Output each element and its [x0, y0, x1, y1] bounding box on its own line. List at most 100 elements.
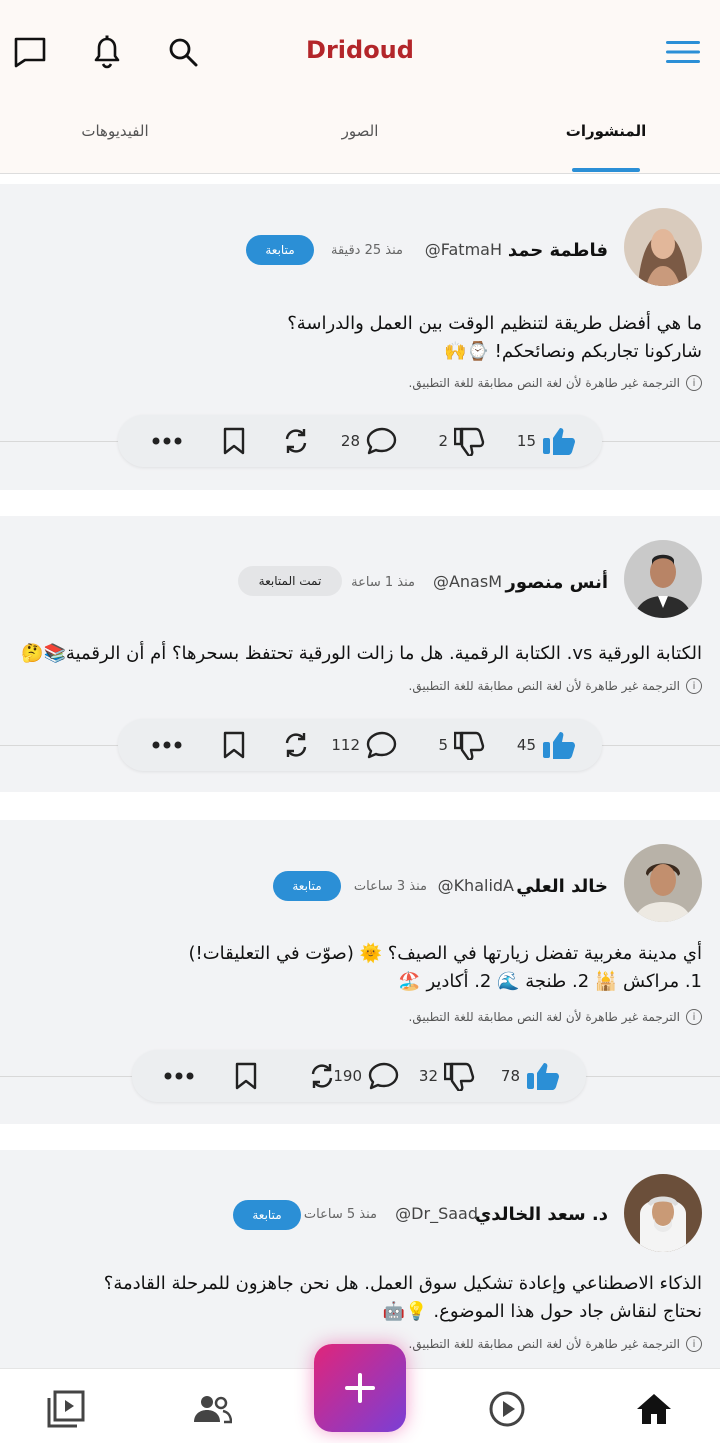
video-library-icon[interactable]: [46, 1389, 86, 1429]
comment-icon: [368, 1062, 399, 1090]
avatar[interactable]: [624, 540, 702, 618]
post-actions: 15 2 28: [118, 415, 602, 467]
create-post-button[interactable]: [314, 1344, 406, 1432]
translation-note-text: الترجمة غير طاهرة لأن لغة النص مطابقة لل…: [408, 1010, 681, 1024]
dislike-button[interactable]: 2: [438, 415, 486, 467]
post-time: منذ 5 ساعات: [303, 1207, 377, 1222]
comment-icon: [366, 731, 397, 759]
tab-videos[interactable]: الفيديوهات: [62, 122, 168, 140]
bookmark-icon: [223, 427, 245, 455]
comment-count: 190: [333, 1067, 362, 1085]
post-time: منذ 3 ساعات: [353, 879, 427, 894]
repost-icon: [285, 733, 307, 757]
tab-posts[interactable]: المنشورات: [560, 122, 652, 140]
post-text-line: ما هي أفضل طريقة لتنظيم الوقت بين العمل …: [287, 313, 702, 334]
post-card: أنس منصور @AnasM منذ 1 ساعة تمت المتابعة…: [0, 516, 720, 792]
repost-button[interactable]: [282, 415, 310, 467]
tab-photos[interactable]: الصور: [320, 122, 400, 140]
follow-button[interactable]: متابعة: [273, 871, 341, 901]
repost-icon: [311, 1064, 333, 1088]
translation-note: i الترجمة غير طاهرة لأن لغة النص مطابقة …: [408, 375, 702, 391]
like-button[interactable]: 78: [501, 1050, 560, 1102]
app-title: Dridoud: [306, 36, 414, 64]
repost-button[interactable]: [308, 1050, 336, 1102]
avatar[interactable]: [624, 1174, 702, 1252]
bookmark-icon: [223, 731, 245, 759]
post-feed: فاطمة حمد @FatmaH منذ 25 دقيقة متابعة ما…: [0, 174, 720, 1380]
translation-note: i الترجمة غير طاهرة لأن لغة النص مطابقة …: [408, 678, 702, 694]
thumbs-down-icon: [444, 1062, 475, 1091]
repost-button[interactable]: [282, 719, 310, 771]
author-handle[interactable]: @Dr_Saad: [395, 1204, 478, 1223]
people-icon[interactable]: [192, 1389, 232, 1429]
avatar[interactable]: [624, 208, 702, 286]
repost-icon: [285, 429, 307, 453]
comment-icon: [366, 427, 397, 455]
add-icon: [345, 1373, 375, 1403]
post-actions: 45 5 112: [118, 719, 602, 771]
post-text: أي مدينة مغربية تفضل زيارتها في الصيف؟ 🌞…: [12, 940, 702, 996]
post-text: ما هي أفضل طريقة لتنظيم الوقت بين العمل …: [12, 310, 702, 366]
like-button[interactable]: 15: [517, 415, 576, 467]
thumbs-down-icon: [454, 427, 485, 456]
post-card: فاطمة حمد @FatmaH منذ 25 دقيقة متابعة ما…: [0, 184, 720, 490]
dislike-button[interactable]: 32: [419, 1050, 476, 1102]
comment-button[interactable]: 190: [333, 1050, 400, 1102]
more-icon: [152, 741, 182, 749]
following-button[interactable]: تمت المتابعة: [238, 566, 342, 596]
post-time: منذ 25 دقيقة: [331, 243, 403, 258]
app-screen: Dridoud المنشورات الصور الفيديوهات فاطمة…: [0, 0, 720, 1443]
post-text: الذكاء الاصطناعي وإعادة تشكيل سوق العمل.…: [12, 1270, 702, 1326]
dislike-button[interactable]: 5: [438, 719, 486, 771]
comment-button[interactable]: 112: [331, 719, 398, 771]
bookmark-button[interactable]: [234, 1050, 258, 1102]
home-icon[interactable]: [634, 1389, 674, 1429]
post-text-line: الذكاء الاصطناعي وإعادة تشكيل سوق العمل.…: [103, 1273, 702, 1294]
follow-button[interactable]: متابعة: [233, 1200, 301, 1230]
translation-note-text: الترجمة غير طاهرة لأن لغة النص مطابقة لل…: [408, 376, 681, 390]
bookmark-button[interactable]: [222, 719, 246, 771]
dislike-count: 5: [438, 736, 448, 754]
more-icon: [164, 1072, 194, 1080]
thumbs-up-icon: [543, 428, 575, 455]
post-card: خالد العلي @KhalidA منذ 3 ساعات متابعة أ…: [0, 820, 720, 1124]
translation-note-text: الترجمة غير طاهرة لأن لغة النص مطابقة لل…: [408, 679, 681, 693]
author-handle[interactable]: @KhalidA: [438, 876, 514, 895]
author-handle[interactable]: @AnasM: [433, 572, 502, 591]
dislike-count: 2: [438, 432, 448, 450]
author-handle[interactable]: @FatmaH: [425, 240, 502, 259]
translation-note-text: الترجمة غير طاهرة لأن لغة النص مطابقة لل…: [408, 1337, 681, 1351]
author-name[interactable]: خالد العلي: [516, 876, 608, 897]
like-count: 15: [516, 432, 536, 450]
like-count: 78: [500, 1067, 520, 1085]
bookmark-button[interactable]: [222, 415, 246, 467]
author-name[interactable]: د. سعد الخالدي: [475, 1204, 608, 1225]
top-bar: Dridoud: [0, 0, 720, 100]
more-button[interactable]: [152, 719, 182, 771]
menu-icon[interactable]: [663, 32, 703, 72]
follow-button[interactable]: متابعة: [246, 235, 314, 265]
translation-note: i الترجمة غير طاهرة لأن لغة النص مطابقة …: [408, 1009, 702, 1025]
comment-button[interactable]: 28: [341, 415, 398, 467]
author-name[interactable]: فاطمة حمد: [508, 240, 608, 261]
bookmark-icon: [235, 1062, 257, 1090]
thumbs-down-icon: [454, 731, 485, 760]
post-text-line: 1. مراكش 🕌 2. طنجة 🌊 2. أكادير 🏖️: [398, 971, 702, 992]
post-actions: 78 32 190: [132, 1050, 586, 1102]
post-text-line: الكتابة الورقية vs. الكتابة الرقمية. هل …: [21, 643, 702, 664]
avatar[interactable]: [624, 844, 702, 922]
like-button[interactable]: 45: [517, 719, 576, 771]
more-button[interactable]: [152, 415, 182, 467]
more-button[interactable]: [164, 1050, 194, 1102]
post-text-line: نحتاج لنقاش جاد حول هذا الموضوع. 💡🤖: [382, 1301, 702, 1322]
translation-note: i الترجمة غير طاهرة لأن لغة النص مطابقة …: [408, 1336, 702, 1352]
post-text: الكتابة الورقية vs. الكتابة الرقمية. هل …: [12, 640, 702, 668]
thumbs-up-icon: [527, 1063, 559, 1090]
author-name[interactable]: أنس منصور: [505, 572, 608, 593]
comment-count: 28: [340, 432, 360, 450]
play-icon[interactable]: [487, 1389, 527, 1429]
post-text-line: أي مدينة مغربية تفضل زيارتها في الصيف؟ 🌞…: [188, 943, 702, 964]
content-tabs: المنشورات الصور الفيديوهات: [0, 100, 720, 174]
info-icon: i: [686, 375, 702, 391]
post-time: منذ 1 ساعة: [351, 575, 415, 590]
